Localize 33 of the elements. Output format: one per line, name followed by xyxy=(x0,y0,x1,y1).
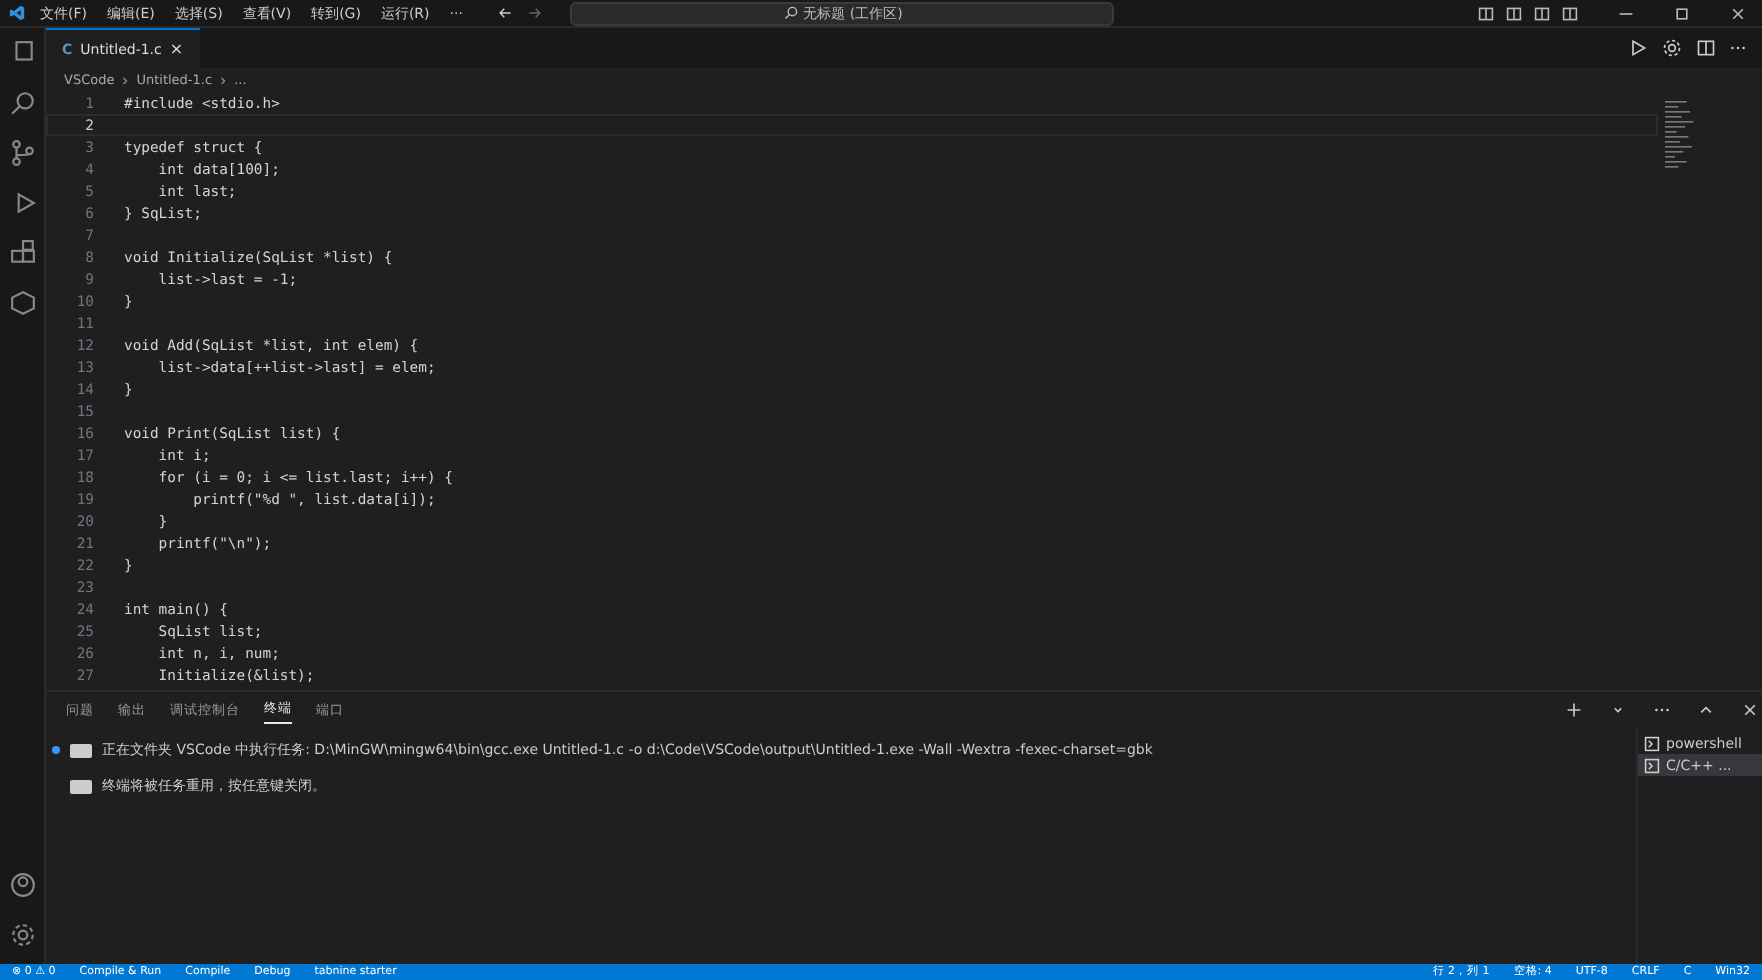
extensions-icon[interactable] xyxy=(9,240,35,266)
close-icon[interactable] xyxy=(1730,5,1746,21)
layout-icon[interactable] xyxy=(1478,5,1494,21)
layout-icon[interactable] xyxy=(1506,5,1522,21)
layout-icon[interactable] xyxy=(1534,5,1550,21)
forward-arrow-icon[interactable] xyxy=(528,6,543,20)
run-icon[interactable] xyxy=(1628,38,1648,58)
settings-icon[interactable] xyxy=(9,922,35,948)
app-logo-icon xyxy=(8,4,26,22)
maximize-icon[interactable] xyxy=(1674,5,1690,21)
terminal-badge-icon xyxy=(70,743,92,757)
chevron-up-icon[interactable] xyxy=(1698,702,1714,718)
source-control-icon[interactable] xyxy=(9,140,35,166)
terminal-badge-icon xyxy=(70,779,92,793)
account-icon[interactable] xyxy=(9,872,35,898)
chevron-down-icon[interactable] xyxy=(1610,702,1626,718)
split-editor-icon[interactable] xyxy=(1696,38,1716,58)
layout-icon[interactable] xyxy=(1562,5,1578,21)
close-icon[interactable] xyxy=(1742,702,1758,718)
search-icon[interactable] xyxy=(9,90,35,116)
gear-icon[interactable] xyxy=(1662,38,1682,58)
hexagon-icon[interactable] xyxy=(9,290,35,316)
more-icon[interactable] xyxy=(1730,44,1746,52)
back-arrow-icon[interactable] xyxy=(498,6,513,20)
close-icon[interactable]: × xyxy=(169,40,184,58)
chevron-icon xyxy=(220,75,227,85)
files-icon[interactable] xyxy=(9,40,35,66)
terminal-icon xyxy=(1644,735,1660,751)
chevron-icon xyxy=(122,75,129,85)
search-icon xyxy=(783,6,798,20)
terminal-icon xyxy=(1644,757,1660,773)
dot-icon xyxy=(52,746,60,754)
add-icon[interactable] xyxy=(1566,702,1582,718)
